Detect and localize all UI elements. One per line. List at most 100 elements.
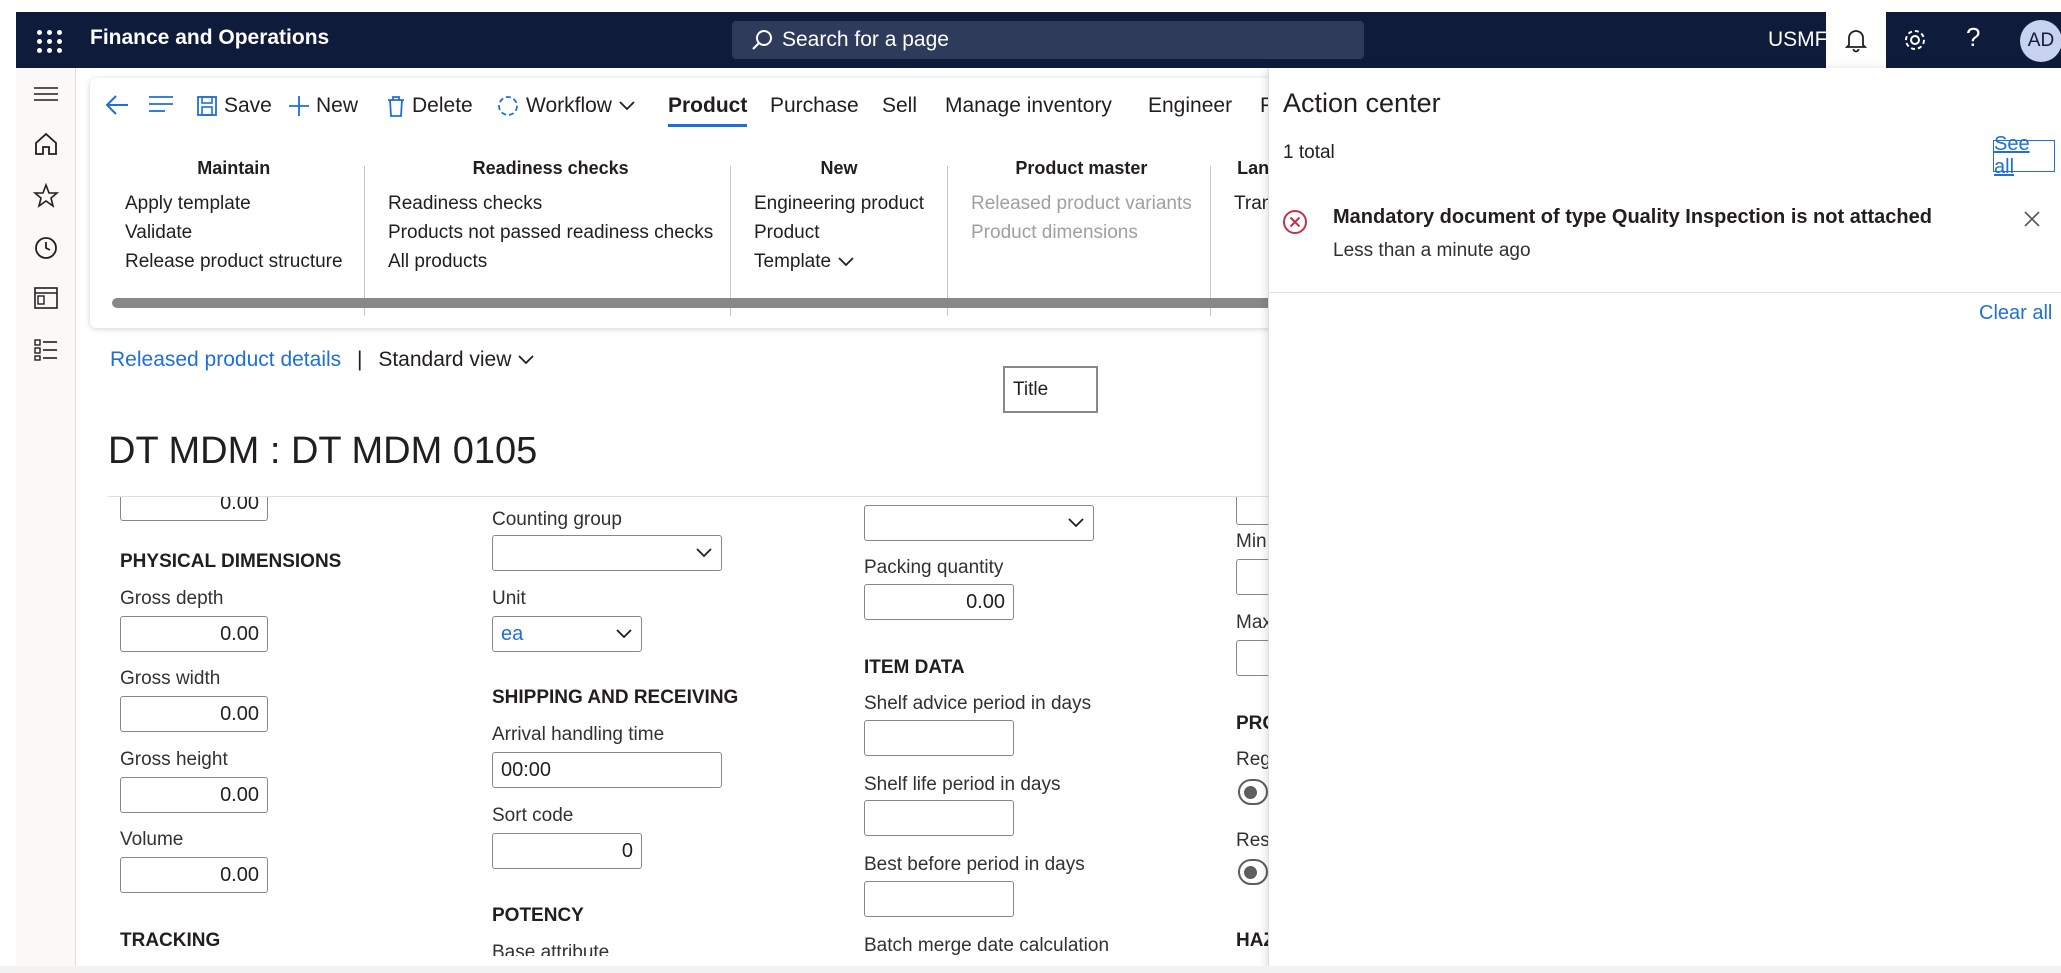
- packing-quantity-label: Packing quantity: [864, 557, 1004, 578]
- translations-button[interactable]: Tran: [1234, 189, 1272, 218]
- batch-merge-label: Batch merge date calculation: [864, 935, 1110, 956]
- settings-button[interactable]: [1901, 26, 1929, 59]
- search-bar[interactable]: Search for a page: [732, 21, 1364, 59]
- reg-label: Reg: [1236, 749, 1268, 770]
- group-title: Readiness checks: [472, 158, 629, 178]
- max-field[interactable]: [1236, 640, 1268, 676]
- res-toggle[interactable]: [1238, 859, 1268, 885]
- max-label: Max: [1236, 612, 1268, 633]
- top-number-field[interactable]: 0.00: [120, 497, 268, 521]
- section-item-data: ITEM DATA: [864, 657, 965, 678]
- shelf-life-label: Shelf life period in days: [864, 774, 1061, 795]
- chevron-down-icon: [1068, 518, 1084, 528]
- tab-engineer[interactable]: Engineer: [1148, 94, 1232, 118]
- product-dimensions-button[interactable]: Product dimensions: [971, 218, 1192, 247]
- all-products-button[interactable]: All products: [388, 247, 713, 276]
- gross-width-field[interactable]: 0.00: [120, 696, 268, 732]
- modules-list-icon[interactable]: [30, 334, 62, 366]
- section-potency: POTENCY: [492, 905, 584, 926]
- section-shipping-receiving: SHIPPING AND RECEIVING: [492, 687, 739, 708]
- unit-value: ea: [501, 622, 524, 645]
- gross-depth-field[interactable]: 0.00: [120, 616, 268, 652]
- readiness-checks-button[interactable]: Readiness checks: [388, 189, 713, 218]
- products-not-passed-button[interactable]: Products not passed readiness checks: [388, 218, 713, 247]
- save-button[interactable]: Save: [196, 94, 272, 118]
- group-maintain: Maintain Apply template Validate Release…: [125, 158, 343, 276]
- error-icon: [1281, 208, 1309, 241]
- clear-all-link[interactable]: Clear all: [1979, 302, 2052, 325]
- gross-height-label: Gross height: [120, 749, 228, 770]
- packing-quantity-field[interactable]: 0.00: [864, 584, 1014, 620]
- release-product-structure-button[interactable]: Release product structure: [125, 247, 343, 276]
- counting-group-select[interactable]: [492, 535, 722, 571]
- view-selector[interactable]: Standard view: [378, 348, 535, 371]
- gross-height-field[interactable]: 0.00: [120, 777, 268, 813]
- hamburger-menu-icon[interactable]: [30, 78, 62, 110]
- notification-message: Mandatory document of type Quality Inspe…: [1333, 206, 1932, 228]
- unit-select[interactable]: ea: [492, 616, 642, 652]
- bottom-border: [0, 966, 2061, 973]
- breadcrumb-link[interactable]: Released product details: [110, 348, 341, 371]
- company-selector[interactable]: USMF: [1768, 28, 1828, 52]
- app-launcher-icon[interactable]: [30, 22, 66, 58]
- shelf-life-field[interactable]: [864, 800, 1014, 836]
- tab-sell[interactable]: Sell: [882, 94, 917, 118]
- see-all-link[interactable]: See all: [1993, 133, 2055, 178]
- trash-icon: [388, 96, 404, 117]
- reg-toggle[interactable]: [1238, 779, 1268, 805]
- app-window: Finance and Operations Search for a page…: [0, 0, 2061, 973]
- save-label: Save: [224, 94, 272, 117]
- partial-field[interactable]: [1236, 497, 1268, 525]
- search-placeholder: Search for a page: [782, 28, 949, 51]
- workspaces-icon[interactable]: [30, 282, 62, 314]
- divider: [1210, 166, 1211, 316]
- engineering-product-button[interactable]: Engineering product: [754, 189, 924, 218]
- help-button[interactable]: ?: [1966, 22, 1980, 53]
- volume-label: Volume: [120, 829, 184, 850]
- notification-time: Less than a minute ago: [1333, 240, 1531, 261]
- action-center-panel: Action center 1 total See all Mandatory …: [1268, 68, 2061, 973]
- top-bar: Finance and Operations Search for a page…: [16, 12, 2061, 68]
- top-select[interactable]: [864, 505, 1094, 541]
- home-icon[interactable]: [30, 128, 62, 160]
- new-button[interactable]: New: [288, 94, 358, 118]
- title-box: Title: [1003, 366, 1098, 413]
- validate-button[interactable]: Validate: [125, 218, 343, 247]
- base-attribute-label: Base attribute: [492, 942, 610, 956]
- action-pane-menu-button[interactable]: [148, 94, 174, 114]
- action-pane: Save New Delete Workflow Product Purchas…: [90, 78, 1292, 328]
- close-icon[interactable]: [2021, 208, 2043, 235]
- template-dropdown[interactable]: Template: [754, 247, 924, 276]
- min-field[interactable]: [1236, 559, 1268, 595]
- avatar[interactable]: AD: [2020, 20, 2061, 62]
- page-title: DT MDM : DT MDM 0105: [108, 430, 538, 472]
- released-product-variants-button[interactable]: Released product variants: [971, 189, 1192, 218]
- tab-purchase[interactable]: Purchase: [770, 94, 859, 118]
- product-button[interactable]: Product: [754, 218, 924, 247]
- divider: [730, 166, 731, 316]
- best-before-field[interactable]: [864, 881, 1014, 917]
- arrival-handling-time-field[interactable]: 00:00: [492, 752, 722, 788]
- notifications-button[interactable]: [1826, 12, 1886, 68]
- favorites-star-icon[interactable]: [30, 180, 62, 212]
- apply-template-button[interactable]: Apply template: [125, 189, 343, 218]
- app-title: Finance and Operations: [90, 26, 330, 49]
- group-title: Product master: [1015, 158, 1148, 178]
- chevron-down-icon: [696, 548, 712, 558]
- horizontal-scrollbar[interactable]: [112, 298, 1292, 308]
- delete-label: Delete: [412, 94, 473, 117]
- chevron-down-icon: [838, 256, 854, 266]
- group-language: Lan Tran: [1234, 158, 1272, 218]
- recent-clock-icon[interactable]: [30, 232, 62, 264]
- sort-code-field[interactable]: 0: [492, 833, 642, 869]
- gross-depth-label: Gross depth: [120, 588, 224, 609]
- volume-field[interactable]: 0.00: [120, 857, 268, 893]
- tab-product[interactable]: Product: [668, 94, 748, 127]
- section-physical-dimensions: PHYSICAL DIMENSIONS: [120, 551, 342, 572]
- workflow-button[interactable]: Workflow: [496, 94, 636, 118]
- back-button[interactable]: [104, 94, 130, 116]
- section-haz: HAZ: [1236, 930, 1268, 951]
- shelf-advice-field[interactable]: [864, 720, 1014, 756]
- delete-button[interactable]: Delete: [386, 94, 473, 118]
- tab-manage-inventory[interactable]: Manage inventory: [945, 94, 1112, 118]
